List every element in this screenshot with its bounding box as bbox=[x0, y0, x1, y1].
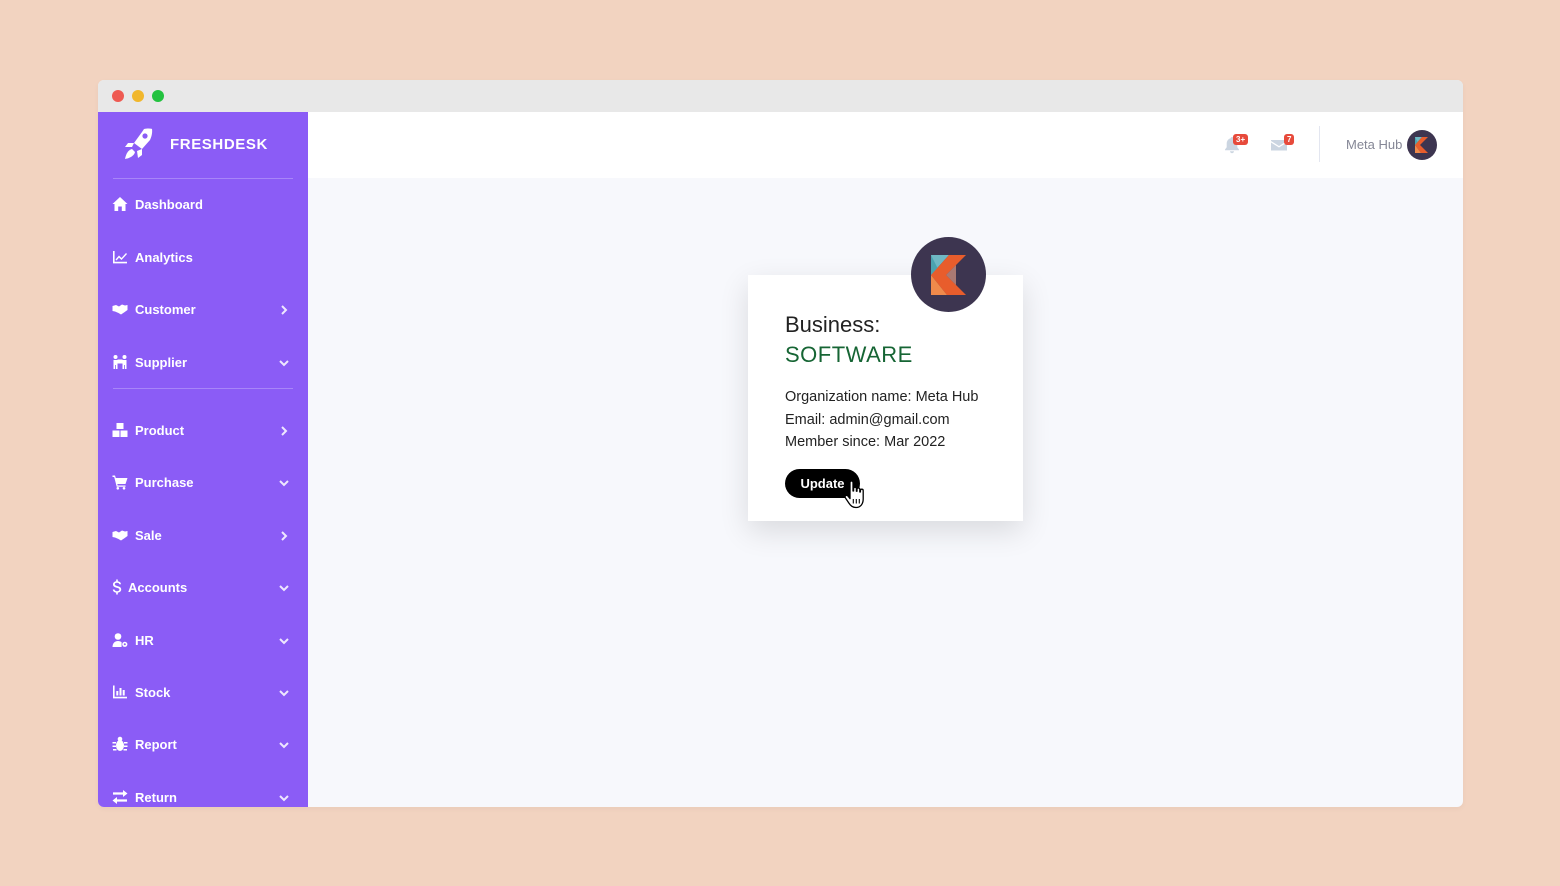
bug-icon bbox=[112, 736, 128, 752]
boxes-icon bbox=[112, 422, 128, 438]
chart-line-icon bbox=[112, 249, 128, 265]
sidebar-item-label: Customer bbox=[135, 301, 196, 317]
home-icon bbox=[112, 196, 128, 212]
messages-badge: 7 bbox=[1284, 134, 1295, 145]
business-label: Business: bbox=[785, 312, 881, 337]
chevron-down-icon bbox=[278, 738, 290, 750]
chevron-right-icon bbox=[278, 424, 290, 436]
sidebar-item-customer[interactable]: Customer bbox=[98, 289, 308, 329]
sidebar-item-stock[interactable]: Stock bbox=[98, 672, 308, 712]
sidebar-item-label: Supplier bbox=[135, 354, 188, 370]
business-value: SOFTWARE bbox=[785, 342, 913, 367]
company-avatar bbox=[911, 237, 986, 312]
people-carry-icon bbox=[112, 354, 128, 370]
topbar-divider bbox=[1319, 126, 1320, 162]
sidebar-item-label: Accounts bbox=[128, 579, 188, 595]
window-close-button[interactable] bbox=[112, 90, 124, 102]
bar-chart-icon bbox=[112, 684, 128, 700]
chevron-down-icon bbox=[278, 634, 290, 646]
sidebar-item-product[interactable]: Product bbox=[98, 410, 308, 450]
chevron-down-icon bbox=[278, 791, 290, 803]
sidebar-item-label: Report bbox=[135, 736, 177, 752]
company-logo-icon bbox=[931, 255, 966, 295]
window-maximize-button[interactable] bbox=[152, 90, 164, 102]
brand[interactable]: FRESHDESK bbox=[122, 124, 268, 164]
cart-icon bbox=[112, 474, 128, 490]
company-logo-icon bbox=[1415, 137, 1428, 153]
sidebar-divider bbox=[113, 388, 293, 389]
sidebar-item-accounts[interactable]: Accounts bbox=[98, 567, 308, 607]
sidebar-item-label: Sale bbox=[135, 527, 162, 543]
sidebar-item-label: Analytics bbox=[135, 249, 193, 265]
sidebar: FRESHDESK Dashboard Analytics Customer S… bbox=[98, 112, 308, 807]
app-window: FRESHDESK Dashboard Analytics Customer S… bbox=[98, 80, 1463, 807]
sidebar-item-hr[interactable]: HR bbox=[98, 620, 308, 660]
handshake-icon bbox=[112, 527, 128, 543]
sidebar-divider bbox=[113, 178, 293, 179]
sidebar-item-supplier[interactable]: Supplier bbox=[98, 342, 308, 382]
hand-cursor-icon bbox=[844, 480, 864, 509]
sidebar-item-purchase[interactable]: Purchase bbox=[98, 462, 308, 502]
user-name[interactable]: Meta Hub bbox=[1346, 137, 1402, 152]
organization-name: Organization name: Meta Hub bbox=[785, 389, 979, 405]
handshake-icon bbox=[112, 301, 128, 317]
sidebar-item-dashboard[interactable]: Dashboard bbox=[98, 184, 308, 224]
sidebar-item-label: Dashboard bbox=[135, 196, 203, 212]
chevron-down-icon bbox=[278, 686, 290, 698]
user-cog-icon bbox=[112, 632, 128, 648]
chevron-right-icon bbox=[278, 303, 290, 315]
chevron-down-icon bbox=[278, 356, 290, 368]
sidebar-item-report[interactable]: Report bbox=[98, 724, 308, 764]
sidebar-item-label: Product bbox=[135, 422, 185, 438]
sidebar-item-label: Purchase bbox=[135, 474, 194, 490]
member-since: Member since: Mar 2022 bbox=[785, 434, 946, 450]
chevron-down-icon bbox=[278, 476, 290, 488]
user-avatar[interactable] bbox=[1407, 130, 1437, 160]
window-titlebar bbox=[98, 80, 1463, 112]
rocket-icon bbox=[125, 128, 153, 159]
profile-card: Business: SOFTWARE Organization name: Me… bbox=[748, 275, 1023, 521]
window-minimize-button[interactable] bbox=[132, 90, 144, 102]
sidebar-item-label: Return bbox=[135, 789, 177, 805]
chevron-right-icon bbox=[278, 529, 290, 541]
sidebar-item-label: HR bbox=[135, 632, 154, 648]
topbar: 3+ 7 Meta Hub bbox=[308, 112, 1463, 178]
sidebar-item-sale[interactable]: Sale bbox=[98, 515, 308, 555]
brand-name: FRESHDESK bbox=[170, 135, 268, 153]
sidebar-item-label: Stock bbox=[135, 684, 171, 700]
sidebar-item-return[interactable]: Return bbox=[98, 777, 308, 807]
chevron-down-icon bbox=[278, 581, 290, 593]
email-text: Email: admin@gmail.com bbox=[785, 412, 950, 428]
dollar-icon bbox=[112, 579, 122, 595]
exchange-icon bbox=[112, 789, 128, 805]
notifications-badge: 3+ bbox=[1233, 134, 1249, 145]
sidebar-item-analytics[interactable]: Analytics bbox=[98, 237, 308, 277]
